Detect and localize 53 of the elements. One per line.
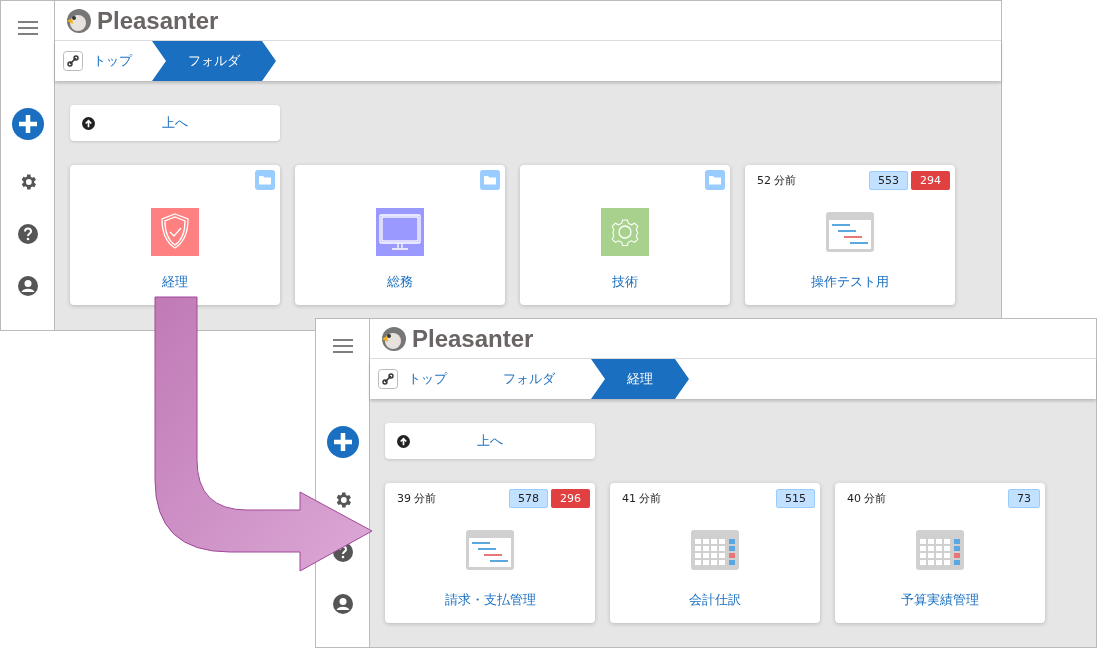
site-card[interactable]: 39 分前 578 296 請求・支払管理 [385, 483, 595, 623]
link-icon[interactable] [378, 369, 398, 389]
count-badge: 553 [869, 170, 908, 190]
up-button[interactable]: 上へ [385, 423, 595, 459]
add-icon[interactable] [11, 108, 44, 140]
category-icon [601, 207, 649, 256]
card-title: 予算実績管理 [901, 591, 979, 609]
add-icon[interactable] [326, 426, 359, 458]
site-card[interactable]: 経理 [70, 165, 280, 305]
updated-time: 41 分前 [621, 490, 662, 506]
link-icon[interactable] [63, 51, 83, 71]
site-card[interactable]: 41 分前 515 会計仕訳 [610, 483, 820, 623]
gantt-chart-icon [826, 211, 874, 252]
count-badge: 578 [509, 488, 548, 508]
folder-icon [705, 170, 725, 190]
site-card[interactable]: 技術 [520, 165, 730, 305]
site-card[interactable]: 52 分前 553 294 操作テスト用 [745, 165, 955, 305]
card-title: 請求・支払管理 [444, 591, 536, 609]
breadcrumb-item[interactable]: トップ [398, 359, 467, 399]
site-card[interactable]: 総務 [295, 165, 505, 305]
count-badge: 294 [911, 170, 950, 190]
help-icon[interactable] [17, 224, 38, 244]
folder-icon [255, 170, 275, 190]
count-badge: 73 [1008, 488, 1040, 508]
card-title: 経理 [162, 273, 188, 291]
up-arrow-icon [397, 434, 410, 448]
up-arrow-icon [82, 116, 95, 130]
gantt-chart-icon [466, 529, 514, 570]
card-title: 操作テスト用 [811, 273, 889, 291]
menu-icon[interactable] [17, 21, 38, 35]
card-title: 会計仕訳 [689, 591, 741, 609]
card-title: 総務 [387, 273, 413, 291]
card-title: 技術 [612, 273, 638, 291]
count-badge: 296 [551, 488, 590, 508]
user-icon[interactable] [332, 594, 353, 614]
category-icon [151, 207, 199, 256]
category-icon [376, 207, 424, 256]
app-logo: Pleasanter [97, 6, 219, 35]
table-icon [691, 529, 739, 570]
count-badge: 515 [776, 488, 815, 508]
breadcrumb-item[interactable]: 経理 [591, 359, 689, 399]
updated-time: 39 分前 [396, 490, 437, 506]
app-logo: Pleasanter [412, 324, 534, 353]
breadcrumb-item[interactable]: フォルダ [152, 41, 276, 81]
folder-icon [480, 170, 500, 190]
up-button[interactable]: 上へ [70, 105, 280, 141]
updated-time: 40 分前 [846, 490, 887, 506]
table-icon [916, 529, 964, 570]
site-card[interactable]: 40 分前 73 予算実績管理 [835, 483, 1045, 623]
updated-time: 52 分前 [756, 172, 797, 188]
menu-icon[interactable] [332, 339, 353, 353]
breadcrumb-item[interactable]: トップ [83, 41, 152, 81]
user-icon[interactable] [17, 276, 38, 296]
